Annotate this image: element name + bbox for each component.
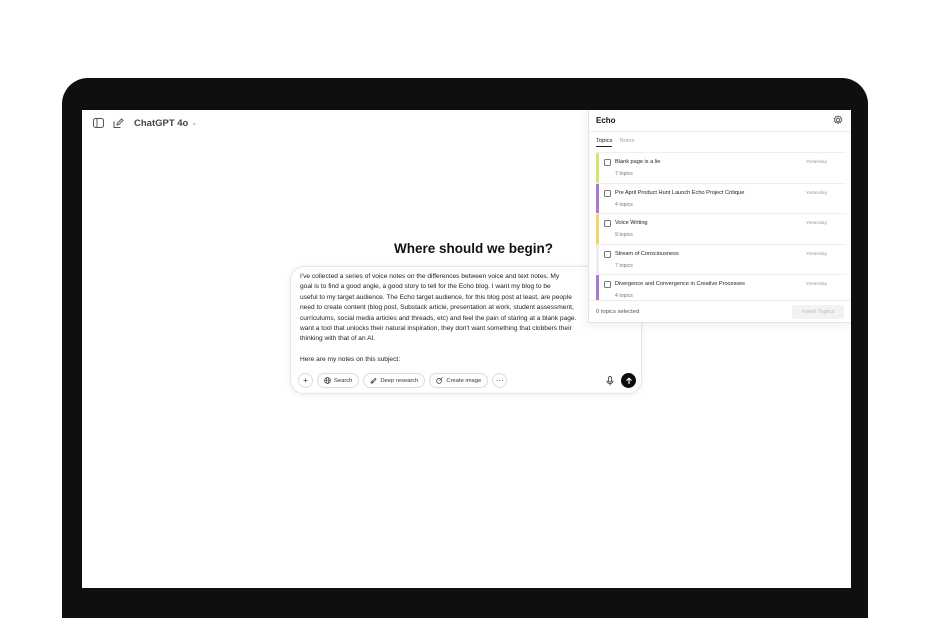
composer-toolbar: + Search Deep research Create image ···	[298, 373, 508, 388]
search-button[interactable]: Search	[317, 373, 360, 388]
topic-date: Yesterday	[805, 282, 827, 287]
topic-checkbox[interactable]	[604, 281, 611, 288]
color-stripe	[596, 183, 599, 213]
tab-topics[interactable]: Topics	[596, 138, 613, 147]
topic-date: Yesterday	[805, 160, 827, 165]
create-image-button[interactable]: Create image	[429, 373, 489, 388]
echo-tabs: Topics Notes	[596, 138, 635, 147]
color-stripe	[596, 214, 599, 244]
echo-header: Echo	[589, 110, 851, 132]
add-attachment-button[interactable]: +	[298, 373, 313, 388]
chevron-down-icon: ⌄	[191, 120, 198, 127]
topic-checkbox[interactable]	[604, 250, 611, 258]
microphone-icon[interactable]	[603, 374, 616, 387]
topic-date: Yesterday	[805, 221, 827, 226]
echo-footer: 0 topics selected Insert Topics	[589, 300, 851, 323]
send-button[interactable]	[621, 373, 636, 388]
model-name: ChatGPT 4o	[134, 117, 189, 129]
deep-research-label: Deep research	[380, 377, 419, 384]
topic-count: 7 topics	[615, 171, 633, 177]
list-item[interactable]: Stream of Consciousness 7 topics Yesterd…	[596, 244, 846, 275]
arrow-up-icon	[625, 376, 632, 384]
topic-date: Yesterday	[805, 190, 827, 196]
topic-checkbox[interactable]	[604, 189, 611, 197]
topic-list: Blank page is a lie 7 topics Yesterday P…	[596, 152, 846, 300]
topic-date: Yesterday	[805, 251, 827, 257]
topic-title: Stream of Consciousness	[615, 250, 679, 257]
sidebar-toggle-icon[interactable]	[92, 117, 104, 129]
deep-research-button[interactable]: Deep research	[363, 373, 426, 388]
topic-count: 4 topics	[615, 293, 633, 299]
topic-count: 9 topics	[615, 232, 633, 238]
page-title: Where should we begin?	[394, 241, 554, 256]
topic-title: Divergence and Convergence in Creative P…	[615, 281, 745, 287]
topic-count: 7 topics	[615, 262, 633, 269]
tab-notes[interactable]: Notes	[619, 138, 634, 147]
color-stripe	[596, 244, 599, 274]
list-item[interactable]: Pre April Product Hunt Launch Echo Proje…	[596, 183, 846, 214]
color-stripe	[596, 275, 599, 300]
topic-checkbox[interactable]	[604, 159, 611, 166]
topic-title: Blank page is a lie	[615, 159, 661, 165]
create-image-label: Create image	[446, 377, 482, 384]
list-item[interactable]: Divergence and Convergence in Creative P…	[596, 275, 846, 300]
telescope-icon	[370, 377, 377, 384]
topic-count: 4 topics	[615, 201, 633, 208]
topic-title: Pre April Product Hunt Launch Echo Proje…	[615, 189, 745, 196]
list-item[interactable]: Voice Writing 9 topics Yesterday	[596, 214, 846, 245]
insert-topics-button[interactable]: Insert Topics	[792, 305, 844, 319]
model-selector[interactable]: ChatGPT 4o ⌄	[134, 118, 197, 129]
top-bar: ChatGPT 4o ⌄	[92, 116, 197, 130]
topic-checkbox[interactable]	[604, 220, 611, 227]
gear-icon[interactable]	[833, 115, 843, 125]
echo-title: Echo	[596, 116, 616, 125]
echo-panel: Echo Topics Notes Blank page is a lie 7 …	[588, 110, 851, 323]
color-stripe	[596, 153, 599, 183]
app-window: ChatGPT 4o ⌄ Where should we begin? I've…	[82, 110, 851, 588]
globe-icon	[324, 377, 331, 384]
topic-title: Voice Writing	[615, 220, 648, 226]
selected-count: 0 topics selected	[596, 309, 640, 315]
image-brush-icon	[436, 377, 444, 384]
search-label: Search	[334, 377, 353, 384]
list-item[interactable]: Blank page is a lie 7 topics Yesterday	[596, 153, 846, 184]
more-options-button[interactable]: ···	[492, 373, 508, 388]
new-chat-icon[interactable]	[112, 117, 124, 129]
